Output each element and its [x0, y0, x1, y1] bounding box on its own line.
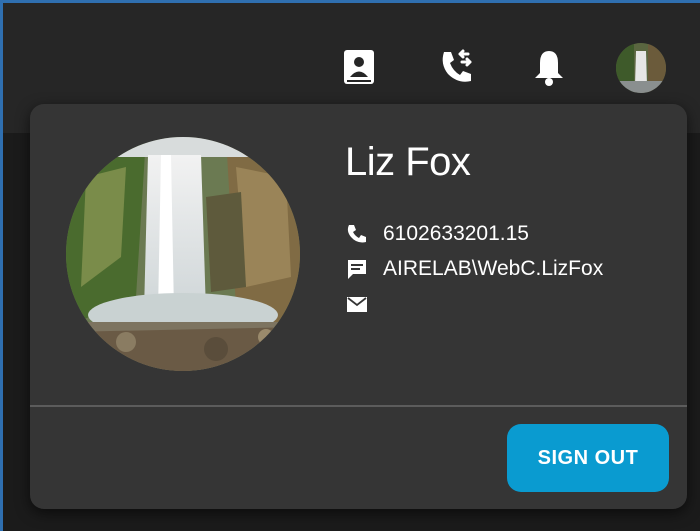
profile-photo	[66, 137, 300, 371]
panel-divider	[30, 405, 687, 407]
phone-number[interactable]: 6102633201.15	[383, 222, 529, 246]
phone-icon	[345, 222, 369, 246]
user-avatar[interactable]	[616, 43, 666, 93]
sign-out-button[interactable]: SIGN OUT	[507, 424, 669, 492]
phone-row: 6102633201.15	[345, 222, 529, 246]
email-row	[345, 292, 383, 316]
chat-row: AIRELAB\WebC.LizFox	[345, 257, 603, 281]
mail-icon	[345, 292, 369, 316]
bell-icon[interactable]	[525, 43, 573, 91]
contact-card-icon[interactable]	[335, 43, 383, 91]
user-name: Liz Fox	[345, 140, 471, 184]
call-transfer-icon[interactable]	[433, 43, 481, 91]
profile-panel: Liz Fox 6102633201.15 AIRELAB\WebC.LizFo…	[30, 104, 687, 509]
chat-id[interactable]: AIRELAB\WebC.LizFox	[383, 257, 603, 281]
chat-icon	[345, 257, 369, 281]
